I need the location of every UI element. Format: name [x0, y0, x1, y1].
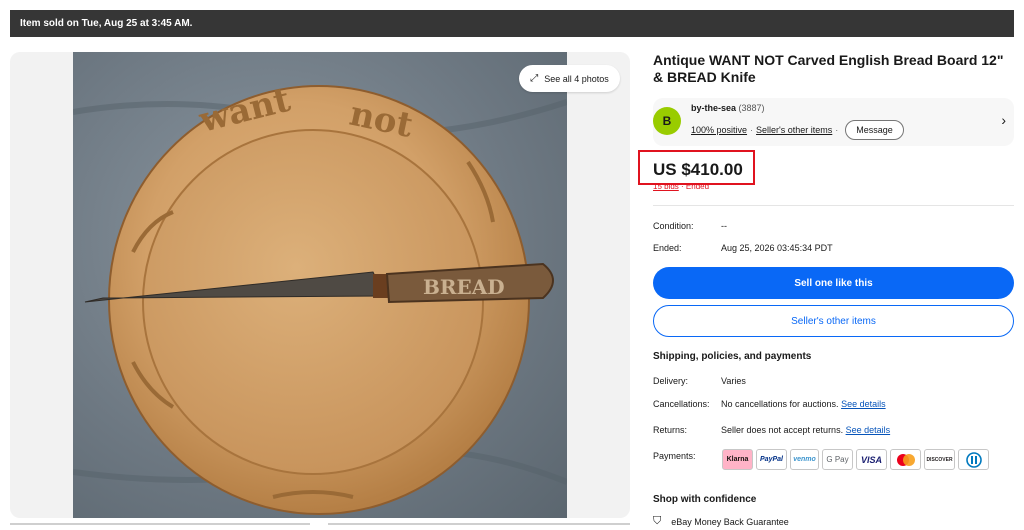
chevron-right-icon[interactable]: ›: [1001, 112, 1006, 128]
divider: [653, 205, 1014, 206]
shipping-heading: Shipping, policies, and payments: [653, 351, 812, 362]
returns-see-details-link[interactable]: See details: [846, 425, 891, 435]
main-photo[interactable]: want not BREAD: [73, 52, 567, 518]
bids-link[interactable]: 15 bids: [653, 182, 679, 191]
sellers-other-items-button[interactable]: Seller's other items: [653, 305, 1014, 337]
condition-label: Condition:: [653, 221, 694, 231]
cancellations-text: No cancellations for auctions.: [721, 399, 839, 409]
thumbnail[interactable]: [10, 523, 310, 530]
auction-status: Ended: [685, 182, 710, 191]
sell-one-like-this-button[interactable]: Sell one like this: [653, 267, 1014, 299]
see-all-photos-button[interactable]: ⤢ See all 4 photos: [519, 65, 620, 92]
cancellations-row: Cancellations: No cancellations for auct…: [653, 399, 886, 409]
sold-banner: Item sold on Tue, Aug 25 at 3:45 AM.: [10, 10, 1014, 37]
ended-row: Ended: Aug 25, 2026 03:45:34 PDT: [653, 243, 833, 253]
expand-icon: ⤢: [530, 73, 539, 84]
klarna-icon: Klarna: [722, 449, 753, 470]
google-pay-icon: G Pay: [822, 449, 853, 470]
cancellations-value: No cancellations for auctions. See detai…: [721, 399, 886, 409]
money-back-guarantee-label: eBay Money Back Guarantee: [671, 516, 789, 527]
sold-banner-text: Item sold on Tue, Aug 25 at 3:45 AM.: [20, 18, 193, 29]
condition-value: --: [721, 221, 727, 231]
delivery-value: Varies: [721, 376, 746, 386]
payments-label: Payments:: [653, 451, 696, 461]
condition-row: Condition: --: [653, 221, 727, 231]
item-price: US $410.00: [653, 160, 743, 179]
item-title: Antique WANT NOT Carved English Bread Bo…: [653, 52, 1004, 85]
payment-methods: Klarna PayPal venmo G Pay VISA DISCOVER: [722, 449, 989, 470]
shield-icon: ⛉: [653, 515, 662, 527]
seller-avatar[interactable]: B: [653, 107, 681, 135]
thumbnail[interactable]: [328, 523, 630, 530]
see-all-photos-label: See all 4 photos: [544, 73, 609, 84]
delivery-label: Delivery:: [653, 376, 689, 386]
svg-text:BREAD: BREAD: [423, 275, 505, 299]
mastercard-icon: [890, 449, 921, 470]
seller-feedback-count: (3887): [738, 103, 765, 113]
bread-board-image: want not BREAD: [73, 80, 567, 515]
returns-value: Seller does not accept returns. See deta…: [721, 425, 890, 435]
ended-label: Ended:: [653, 243, 682, 253]
ended-value: Aug 25, 2026 03:45:34 PDT: [721, 243, 833, 253]
delivery-row: Delivery: Varies: [653, 376, 746, 386]
seller-positive-link[interactable]: 100% positive: [691, 125, 747, 135]
message-button[interactable]: Message: [845, 120, 904, 140]
confidence-heading: Shop with confidence: [653, 494, 757, 505]
image-gallery[interactable]: want not BREAD ⤢ See all 4 photos: [10, 52, 630, 518]
money-back-guarantee: ⛉ eBay Money Back Guarantee: [653, 515, 789, 528]
returns-row: Returns: Seller does not accept returns.…: [653, 425, 890, 435]
cancellations-label: Cancellations:: [653, 399, 710, 409]
separator-dot: ·: [835, 125, 839, 135]
discover-icon: DISCOVER: [924, 449, 955, 470]
bids-status: 15 bids · Ended: [653, 182, 709, 191]
seller-name[interactable]: by-the-sea: [691, 103, 736, 113]
seller-links: 100% positive · Seller's other items · M…: [691, 120, 904, 140]
venmo-icon: venmo: [790, 449, 819, 470]
seller-other-items-link[interactable]: Seller's other items: [756, 125, 832, 135]
item-details-panel: Antique WANT NOT Carved English Bread Bo…: [653, 52, 1014, 146]
separator-dot: ·: [750, 125, 754, 135]
paypal-icon: PayPal: [756, 449, 787, 470]
seller-name-line: by-the-sea (3887): [691, 103, 765, 113]
visa-icon: VISA: [856, 449, 887, 470]
returns-label: Returns:: [653, 425, 688, 435]
diners-club-icon: [958, 449, 989, 470]
thumbnail-strip: [10, 523, 630, 530]
seller-card[interactable]: B by-the-sea (3887) 100% positive · Sell…: [653, 98, 1014, 146]
returns-text: Seller does not accept returns.: [721, 425, 844, 435]
payments-row: Payments:: [653, 451, 721, 461]
cancellations-see-details-link[interactable]: See details: [841, 399, 886, 409]
